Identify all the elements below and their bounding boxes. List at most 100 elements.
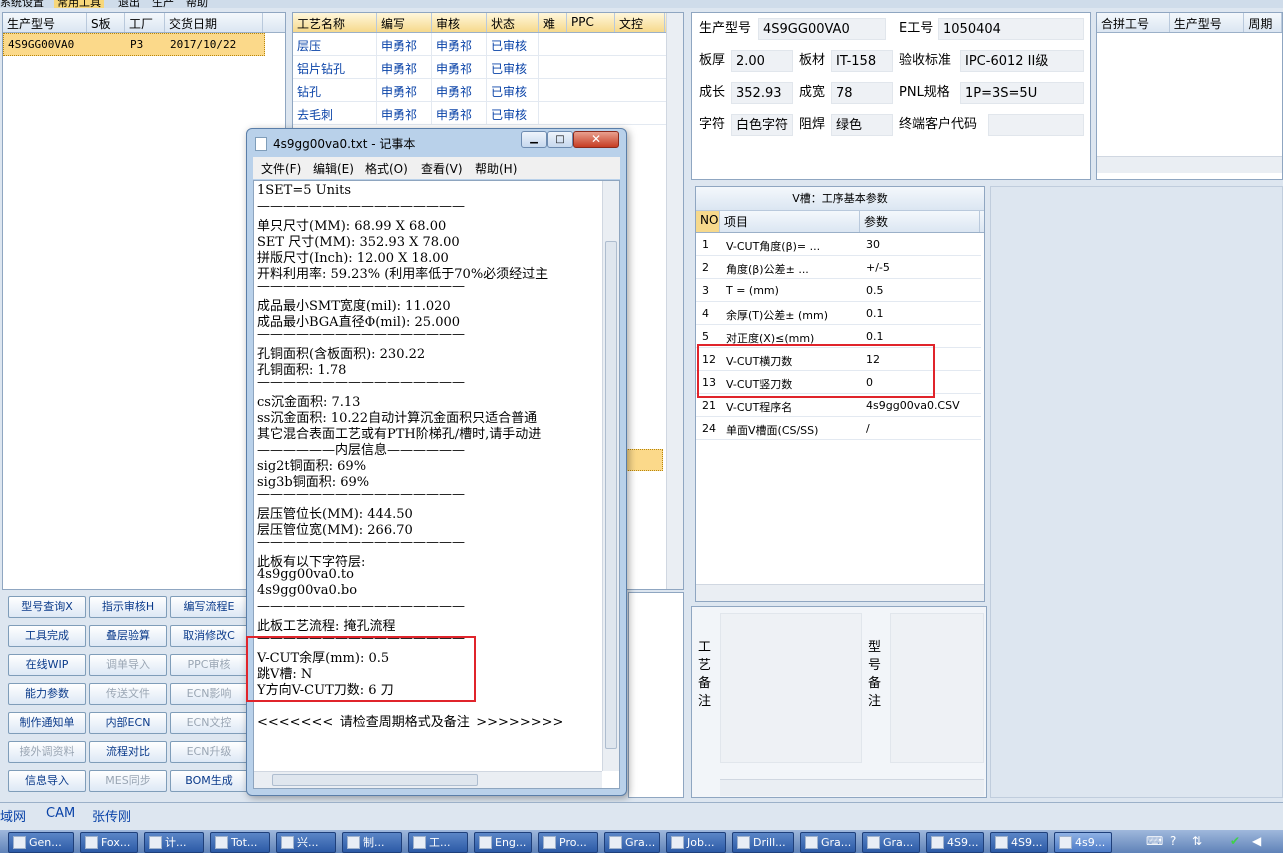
standard-value[interactable]: IPC-6012 II级 [960,50,1084,72]
length-value[interactable]: 352.93 [731,82,793,104]
table-row[interactable]: 24 单面V槽面(CS/SS) / [696,417,981,440]
table-row[interactable]: 4S9GG00VA0 P3 2017/10/22 [3,33,265,56]
process-remark-textarea[interactable] [720,613,862,763]
taskbar-button[interactable]: Job... [666,832,726,853]
taskbar-button[interactable]: 工... [408,832,468,853]
col-no[interactable]: NO [696,211,720,232]
col-factory[interactable]: 工厂 [125,13,165,32]
selected-row-highlight[interactable] [623,449,663,471]
menu-item-tools[interactable]: 常用工具 [54,0,104,8]
menu-file[interactable]: 文件(F) [261,160,301,177]
taskbar-button[interactable]: Gra... [800,832,856,853]
taskbar-button[interactable]: Gra... [862,832,920,853]
stack-check-button[interactable]: 叠层验算 [89,625,167,647]
taskbar-button[interactable]: Drill... [732,832,794,853]
mask-value[interactable]: 绿色 [831,114,893,136]
table-row[interactable]: 去毛刺 申勇祁 申勇祁 已审核 [293,102,683,125]
menu-item-exit[interactable]: 退出 [118,0,140,8]
col-s-board[interactable]: S板 [87,13,125,32]
col-prod-model[interactable]: 生产型号 [3,13,87,32]
tool-complete-button[interactable]: 工具完成 [8,625,86,647]
col-merge-model[interactable]: 生产型号 [1170,13,1245,32]
taskbar-button[interactable]: Eng... [474,832,532,853]
taskbar-button[interactable]: 兴... [276,832,336,853]
online-wip-button[interactable]: 在线WIP [8,654,86,676]
taskbar-button[interactable]: 制... [342,832,402,853]
process-grid-vscroll[interactable] [666,13,683,589]
col-item[interactable]: 项目 [720,211,860,232]
table-row[interactable]: 层压 申勇祁 申勇祁 已审核 [293,33,683,56]
external-data-button[interactable]: 接外调资料 [8,741,86,763]
table-row[interactable]: 2 角度(β)公差± ... +/-5 [696,256,981,279]
col-ppc[interactable]: PPC [567,13,615,32]
keyboard-icon[interactable]: ⌨ [1146,834,1163,848]
notice-button[interactable]: 制作通知单 [8,712,86,734]
menu-format[interactable]: 格式(O) [365,160,408,177]
menu-item-help[interactable]: 帮助 [186,0,208,8]
prod-model-value[interactable]: 4S9GG00VA0 [758,18,886,40]
security-icon[interactable]: ✔ [1230,834,1240,848]
taskbar-button[interactable]: 4S9... [926,832,984,853]
taskbar-button[interactable]: 4S9... [990,832,1048,853]
width-value[interactable]: 78 [831,82,893,104]
cancel-modify-button[interactable]: 取消修改C [170,625,248,647]
maximize-button[interactable]: □ [547,131,573,148]
notepad-hscroll-thumb[interactable] [272,774,478,786]
char-value[interactable]: 白色字符 [731,114,793,136]
table-row[interactable]: 4 余厚(T)公差± (mm) 0.1 [696,302,981,325]
col-writer[interactable]: 编写 [377,13,432,32]
bom-generate-button[interactable]: BOM生成 [170,770,248,792]
col-reviewer[interactable]: 审核 [432,13,487,32]
model-remark-textarea[interactable] [890,613,984,763]
info-import-button[interactable]: 信息导入 [8,770,86,792]
menu-help[interactable]: 帮助(H) [475,160,517,177]
taskbar-button[interactable]: Gen... [8,832,74,853]
col-merge-cycle[interactable]: 周期 [1244,13,1282,32]
volume-icon[interactable]: ◀ [1252,834,1261,848]
taskbar-button[interactable]: 4s9... [1054,832,1112,853]
write-flow-button[interactable]: 编写流程E [170,596,248,618]
help-icon[interactable]: ? [1170,834,1176,848]
menu-edit[interactable]: 编辑(E) [313,160,354,177]
col-status[interactable]: 状态 [487,13,539,32]
status-tab-network[interactable]: 域网 [0,806,26,825]
eno-value[interactable]: 1050404 [938,18,1084,40]
close-button[interactable]: ✕ [573,131,619,148]
col-merge-eno[interactable]: 合拼工号 [1097,13,1170,32]
vcut-hscroll[interactable] [696,584,984,601]
flow-compare-button[interactable]: 流程对比 [89,741,167,763]
taskbar-button[interactable]: Pro... [538,832,598,853]
col-param[interactable]: 参数 [860,211,980,232]
ppc-review-button[interactable]: PPC审核 [170,654,248,676]
material-value[interactable]: IT-158 [831,50,893,72]
table-row[interactable]: 铝片钻孔 申勇祁 申勇祁 已审核 [293,56,683,79]
minimize-button[interactable]: ▁ [521,131,547,148]
customer-value[interactable] [988,114,1084,136]
table-row[interactable]: 钻孔 申勇祁 申勇祁 已审核 [293,79,683,102]
ecn-upgrade-button[interactable]: ECN升级 [170,741,248,763]
instruction-review-button[interactable]: 指示审核H [89,596,167,618]
capability-params-button[interactable]: 能力参数 [8,683,86,705]
merge-grid-hscroll[interactable] [1097,156,1282,173]
notepad-vscroll-thumb[interactable] [605,241,617,749]
taskbar-button[interactable]: Gra... [604,832,660,853]
col-process[interactable]: 工艺名称 [293,13,377,32]
ecn-doc-control-button[interactable]: ECN文控 [170,712,248,734]
ecn-impact-button[interactable]: ECN影响 [170,683,248,705]
col-difficulty[interactable]: 难 [539,13,567,32]
menu-item-produce[interactable]: 生产 [152,0,174,8]
pnl-value[interactable]: 1P=3S=5U [960,82,1084,104]
taskbar-button[interactable]: Fox... [80,832,138,853]
notepad-vscroll[interactable] [602,181,619,771]
table-row[interactable]: 3 T = (mm) 0.5 [696,279,981,302]
col-due-date[interactable]: 交货日期 [165,13,263,32]
taskbar-button[interactable]: 计... [144,832,204,853]
taskbar-button[interactable]: Tot... [210,832,270,853]
notepad-hscroll[interactable] [254,771,602,788]
remarks-hscroll[interactable] [720,779,984,796]
network-icon[interactable]: ⇅ [1192,834,1202,848]
menu-item-system[interactable]: 系统设置 [0,0,44,8]
import-order-button[interactable]: 调单导入 [89,654,167,676]
send-file-button[interactable]: 传送文件 [89,683,167,705]
menu-view[interactable]: 查看(V) [421,160,463,177]
